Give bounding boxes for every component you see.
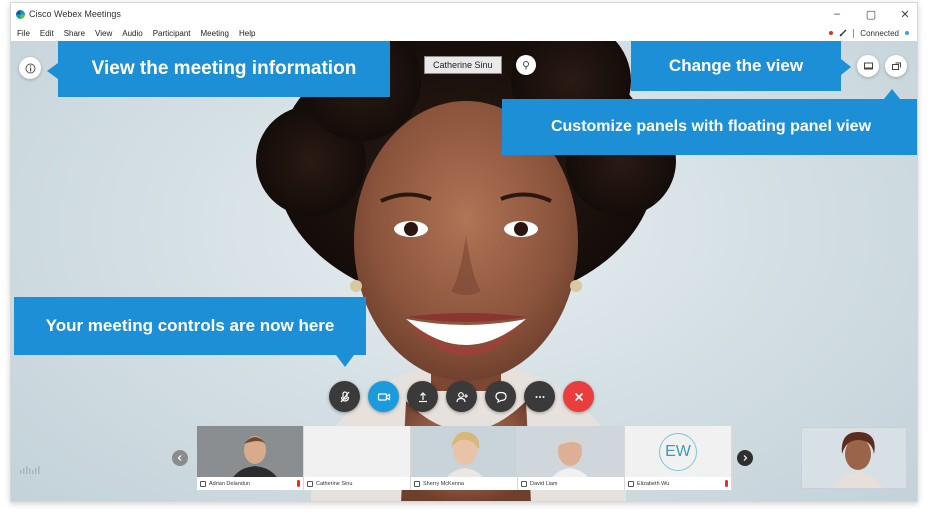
participants-icon [455,391,468,402]
muted-mic-icon [297,480,300,487]
video-icon [377,392,390,401]
info-icon [25,63,35,73]
participant-footer: Adrian Delandun [197,477,303,490]
menu-meeting[interactable]: Meeting [201,29,229,38]
share-icon [418,391,427,402]
more-icon [535,395,544,398]
chat-button[interactable] [485,381,516,412]
participant-filmstrip: Adrian Delandun Catherine Sinu Sherry Mc… [197,426,733,490]
callout-floating-panels-text: Customize panels with floating panel vie… [550,118,872,135]
participant-footer: David Liam [518,477,624,490]
connection-status[interactable]: Connected [860,29,899,38]
chevron-left-icon [177,455,182,461]
participant-name: David Liam [530,480,558,487]
participant-name: Sherry McKenna [423,480,464,487]
phone-icon [414,480,420,487]
active-speaker-name-tag: Catherine Sinu [424,56,502,74]
recording-dot-icon [829,31,834,35]
video-button[interactable] [368,381,399,412]
menu-file[interactable]: File [17,29,30,38]
webex-window: Cisco Webex Meetings – ▢ ✕ File Edit Sha… [10,2,918,502]
participant-initials-avatar: EW [659,433,697,471]
mic-muted-icon [340,390,349,402]
computer-audio-icon [521,480,527,487]
menu-share[interactable]: Share [64,29,85,38]
status-separator [853,28,855,38]
callout-meeting-controls: Your meeting controls are now here [14,297,366,367]
participant-name: Elizabeth Wu [637,480,670,487]
self-view-video[interactable] [801,427,907,489]
cisco-watermark [19,466,43,478]
participant-footer: Catherine Sinu [304,477,410,490]
meeting-stage: View the meeting information Catherine S… [11,41,917,501]
participant-thumb[interactable]: David Liam [518,426,624,490]
maximize-button[interactable]: ▢ [865,8,877,21]
chevron-right-icon [743,455,748,461]
menu-edit[interactable]: Edit [40,29,54,38]
close-icon [574,392,583,401]
chat-icon [494,391,507,403]
participant-name: Catherine Sinu [316,480,353,487]
change-view-button[interactable] [857,55,879,77]
active-speaker-name: Catherine Sinu [433,60,493,70]
self-view-image [802,428,906,488]
pin-icon [523,61,529,70]
menu-bar: File Edit Share View Audio Participant M… [11,25,917,41]
participant-thumb[interactable]: Adrian Delandun [197,426,303,490]
mute-button[interactable] [329,381,360,412]
callout-floating-panels: Customize panels with floating panel vie… [502,89,917,155]
callout-change-view-text: Change the view [668,56,804,75]
participant-footer: Sherry McKenna [411,477,517,490]
leave-meeting-button[interactable] [563,381,594,412]
signal-icon[interactable] [839,29,847,37]
participant-name: Adrian Delandun [209,480,250,487]
meeting-info-button[interactable] [19,57,41,79]
share-button[interactable] [407,381,438,412]
more-options-button[interactable] [524,381,555,412]
window-controls: – ▢ ✕ [831,3,911,25]
layout-icon [863,62,873,69]
menu-view[interactable]: View [95,29,112,38]
filmstrip-next-button[interactable] [737,450,753,466]
muted-mic-icon [725,480,728,487]
webex-logo-icon [16,9,25,19]
menu-audio[interactable]: Audio [122,29,142,38]
window-title: Cisco Webex Meetings [29,9,121,19]
participant-footer: Elizabeth Wu [625,477,731,490]
participant-thumb[interactable]: Catherine Sinu [304,426,410,490]
callout-meeting-controls-text: Your meeting controls are now here [45,316,335,335]
host-icon [200,480,206,487]
computer-audio-icon [307,480,313,487]
mobile-icon [628,480,634,487]
title-bar: Cisco Webex Meetings – ▢ ✕ [11,3,917,25]
participant-thumb[interactable]: EW Elizabeth Wu [625,426,731,490]
filmstrip-prev-button[interactable] [172,450,188,466]
connection-dot-icon [905,31,909,35]
cisco-logo-icon [20,466,40,474]
floating-panel-icon [891,62,901,70]
meeting-controls-bar [329,381,594,412]
status-area: Connected [829,25,909,41]
floating-panel-button[interactable] [885,55,907,77]
minimize-button[interactable]: – [831,8,843,20]
close-button[interactable]: ✕ [899,8,911,21]
callout-meeting-info-text: View the meeting information [91,58,357,79]
participants-button[interactable] [446,381,477,412]
menu-help[interactable]: Help [239,29,255,38]
callout-meeting-info: View the meeting information [47,41,390,97]
menu-participant[interactable]: Participant [153,29,191,38]
callout-change-view: Change the view [631,41,851,91]
lock-speaker-button[interactable] [516,55,536,75]
participant-thumb[interactable]: Sherry McKenna [411,426,517,490]
